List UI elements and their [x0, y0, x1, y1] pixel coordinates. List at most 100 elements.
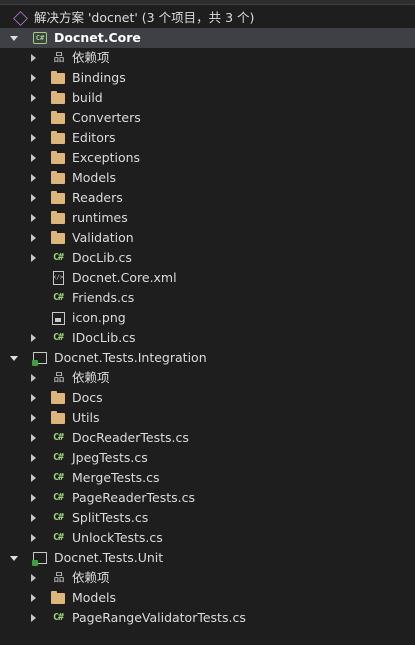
item-label: build — [72, 90, 103, 105]
solution-explorer-tree[interactable]: 解决方案 'docnet' (3 个项目，共 3 个) C# Docnet.Co… — [0, 8, 415, 628]
project-name: Docnet.Tests.Unit — [54, 550, 164, 565]
collapse-arrow-icon[interactable] — [27, 48, 39, 68]
project-docnet-tests-unit[interactable]: Docnet.Tests.Unit — [0, 548, 415, 568]
tree-item-dependencies[interactable]: 品 依赖项 — [0, 368, 415, 388]
collapse-arrow-icon[interactable] — [27, 208, 39, 228]
tree-item-csharp-file[interactable]: C# DocReaderTests.cs — [0, 428, 415, 448]
solution-node[interactable]: 解决方案 'docnet' (3 个项目，共 3 个) — [0, 8, 415, 28]
collapse-arrow-icon[interactable] — [27, 428, 39, 448]
collapse-arrow-icon[interactable] — [27, 168, 39, 188]
folder-icon — [50, 410, 66, 426]
csharp-file-icon: C# — [52, 612, 64, 623]
item-label: runtimes — [72, 210, 128, 225]
csharp-file-icon: C# — [52, 432, 64, 443]
item-label: PageRangeValidatorTests.cs — [72, 610, 246, 625]
solution-icon — [12, 10, 28, 26]
item-label: icon.png — [72, 310, 126, 325]
tree-item-folder[interactable]: Readers — [0, 188, 415, 208]
expand-arrow-icon[interactable] — [8, 28, 20, 48]
tree-item-folder[interactable]: Models — [0, 588, 415, 608]
collapse-arrow-icon[interactable] — [27, 108, 39, 128]
csharp-file-icon: C# — [52, 332, 64, 343]
folder-icon — [50, 130, 66, 146]
expand-arrow-icon[interactable] — [8, 548, 20, 568]
item-label: UnlockTests.cs — [72, 530, 163, 545]
collapse-arrow-icon[interactable] — [27, 488, 39, 508]
tree-item-folder[interactable]: Validation — [0, 228, 415, 248]
collapse-arrow-icon[interactable] — [27, 368, 39, 388]
tree-item-folder[interactable]: Exceptions — [0, 148, 415, 168]
tree-item-csharp-file[interactable]: C# PageReaderTests.cs — [0, 488, 415, 508]
collapse-arrow-icon[interactable] — [27, 248, 39, 268]
tree-item-dependencies[interactable]: 品 依赖项 — [0, 568, 415, 588]
tree-item-csharp-file[interactable]: C# UnlockTests.cs — [0, 528, 415, 548]
csharp-file-icon: C# — [52, 512, 64, 523]
collapse-arrow-icon[interactable] — [27, 88, 39, 108]
tree-item-csharp-file[interactable]: C# JpegTests.cs — [0, 448, 415, 468]
item-label: 依赖项 — [72, 370, 110, 385]
tree-item-folder[interactable]: Utils — [0, 408, 415, 428]
item-label: 依赖项 — [72, 50, 110, 65]
dependencies-icon: 品 — [53, 51, 65, 64]
collapse-arrow-icon[interactable] — [27, 508, 39, 528]
test-project-icon — [32, 550, 48, 566]
test-project-icon — [32, 350, 48, 366]
folder-icon — [50, 590, 66, 606]
folder-icon — [50, 230, 66, 246]
item-label: Editors — [72, 130, 116, 145]
csharp-file-icon: C# — [52, 452, 64, 463]
project-name: Docnet.Core — [54, 30, 141, 45]
item-label: IDocLib.cs — [72, 330, 136, 345]
tree-item-dependencies[interactable]: 品 依赖项 — [0, 48, 415, 68]
item-label: Readers — [72, 190, 123, 205]
collapse-arrow-icon[interactable] — [27, 528, 39, 548]
collapse-arrow-icon[interactable] — [27, 148, 39, 168]
tree-item-folder[interactable]: runtimes — [0, 208, 415, 228]
project-docnet-tests-integration[interactable]: Docnet.Tests.Integration — [0, 348, 415, 368]
item-label: Friends.cs — [72, 290, 135, 305]
collapse-arrow-icon[interactable] — [27, 68, 39, 88]
item-label: DocLib.cs — [72, 250, 132, 265]
project-docnet-core[interactable]: C# Docnet.Core — [0, 28, 415, 48]
item-label: Docnet.Core.xml — [72, 270, 177, 285]
tree-item-image-file[interactable]: icon.png — [0, 308, 415, 328]
item-label: Exceptions — [72, 150, 141, 165]
tree-item-csharp-file[interactable]: C# Friends.cs — [0, 288, 415, 308]
collapse-arrow-icon[interactable] — [27, 388, 39, 408]
window-top-strip — [0, 0, 415, 5]
tree-item-csharp-file[interactable]: C# DocLib.cs — [0, 248, 415, 268]
tree-item-xml-file[interactable]: </> Docnet.Core.xml — [0, 268, 415, 288]
tree-item-folder[interactable]: Converters — [0, 108, 415, 128]
collapse-arrow-icon[interactable] — [27, 568, 39, 588]
item-label: 依赖项 — [72, 570, 110, 585]
tree-item-csharp-file[interactable]: C# PageRangeValidatorTests.cs — [0, 608, 415, 628]
folder-icon — [50, 110, 66, 126]
expand-arrow-icon[interactable] — [8, 348, 20, 368]
tree-item-folder[interactable]: Docs — [0, 388, 415, 408]
tree-item-csharp-file[interactable]: C# IDocLib.cs — [0, 328, 415, 348]
collapse-arrow-icon[interactable] — [27, 228, 39, 248]
item-label: Converters — [72, 110, 141, 125]
folder-icon — [50, 90, 66, 106]
tree-item-folder[interactable]: Bindings — [0, 68, 415, 88]
tree-item-csharp-file[interactable]: C# MergeTests.cs — [0, 468, 415, 488]
tree-item-folder[interactable]: Editors — [0, 128, 415, 148]
collapse-arrow-icon[interactable] — [27, 608, 39, 628]
folder-icon — [50, 390, 66, 406]
tree-item-folder[interactable]: build — [0, 88, 415, 108]
tree-item-folder[interactable]: Models — [0, 168, 415, 188]
folder-icon — [50, 170, 66, 186]
item-label: Models — [72, 170, 117, 185]
collapse-arrow-icon[interactable] — [27, 588, 39, 608]
collapse-arrow-icon[interactable] — [27, 448, 39, 468]
collapse-arrow-icon[interactable] — [27, 468, 39, 488]
collapse-arrow-icon[interactable] — [27, 328, 39, 348]
folder-icon — [50, 210, 66, 226]
collapse-arrow-icon[interactable] — [27, 408, 39, 428]
collapse-arrow-icon[interactable] — [27, 128, 39, 148]
tree-item-csharp-file[interactable]: C# SplitTests.cs — [0, 508, 415, 528]
csharp-file-icon: C# — [52, 292, 64, 303]
collapse-arrow-icon[interactable] — [27, 188, 39, 208]
csharp-file-icon: C# — [52, 472, 64, 483]
xml-file-icon: </> — [50, 270, 66, 286]
